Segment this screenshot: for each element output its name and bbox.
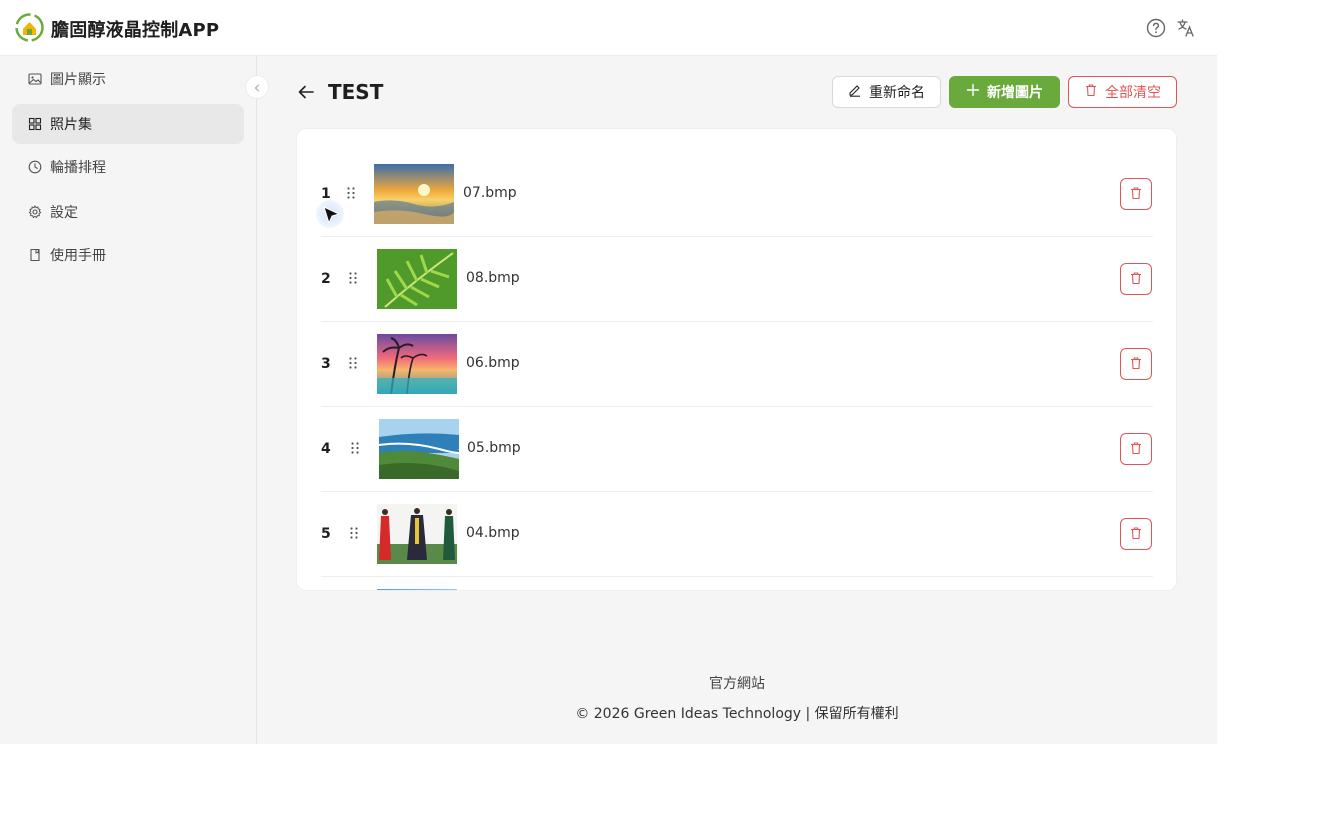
sidebar-item-label: 照片集 bbox=[50, 117, 92, 133]
drag-handle-icon[interactable] bbox=[349, 440, 361, 456]
trash-icon bbox=[1129, 440, 1143, 459]
image-icon bbox=[28, 72, 42, 86]
file-name: 05.bmp bbox=[467, 440, 521, 456]
edit-icon bbox=[848, 83, 862, 101]
sidebar-item-photo-album[interactable]: 照片集 bbox=[12, 104, 244, 144]
app-logo-icon bbox=[15, 13, 44, 42]
file-name: 06.bmp bbox=[466, 355, 520, 371]
delete-button[interactable] bbox=[1120, 178, 1152, 210]
item-index: 2 bbox=[321, 271, 331, 287]
list-item[interactable]: 3 06.bmp bbox=[321, 322, 1153, 407]
list-item[interactable]: 2 08.bmp bbox=[321, 237, 1153, 322]
sidebar-item-settings[interactable]: 設定 bbox=[12, 192, 244, 232]
plus-icon bbox=[966, 83, 980, 101]
drag-handle-icon[interactable] bbox=[347, 270, 359, 286]
back-arrow-icon[interactable] bbox=[296, 82, 316, 102]
translate-icon[interactable] bbox=[1175, 17, 1197, 39]
delete-button[interactable] bbox=[1120, 263, 1152, 295]
file-name: 07.bmp bbox=[463, 185, 517, 201]
app-window: 膽固醇液晶控制APP 圖片顯示 照片集 輪播排程 設定 使用手冊 TEST 重新… bbox=[0, 0, 1217, 744]
drag-handle-icon[interactable] bbox=[347, 355, 359, 371]
sidebar-collapse-button[interactable] bbox=[245, 75, 269, 99]
trash-icon bbox=[1129, 525, 1143, 544]
sidebar-item-label: 設定 bbox=[50, 205, 78, 221]
sidebar-item-label: 使用手冊 bbox=[50, 248, 106, 264]
rename-label: 重新命名 bbox=[869, 85, 925, 101]
thumbnail-image bbox=[377, 334, 457, 394]
page-header: TEST 重新命名 新增圖片 全部清空 bbox=[296, 76, 1177, 110]
file-name: 04.bmp bbox=[466, 525, 520, 541]
drag-handle-icon[interactable] bbox=[345, 185, 357, 201]
trash-icon bbox=[1129, 185, 1143, 204]
trash-icon bbox=[1129, 270, 1143, 289]
sidebar-item-label: 輪播排程 bbox=[50, 160, 106, 176]
app-title: 膽固醇液晶控制APP bbox=[51, 20, 220, 41]
thumbnail-image bbox=[377, 249, 457, 309]
footer-copyright: © 2026 Green Ideas Technology | 保留所有權利 bbox=[575, 706, 899, 722]
sidebar-item-schedule[interactable]: 輪播排程 bbox=[12, 147, 244, 187]
chevron-left-icon bbox=[252, 78, 262, 97]
delete-button[interactable] bbox=[1120, 433, 1152, 465]
trash-icon bbox=[1129, 355, 1143, 374]
top-header: 膽固醇液晶控制APP bbox=[0, 0, 1217, 56]
thumbnail-image bbox=[377, 589, 457, 590]
item-index: 5 bbox=[321, 526, 331, 542]
footer-link-row: 官方網站 bbox=[0, 673, 1217, 693]
file-name: 08.bmp bbox=[466, 270, 520, 286]
thumbnail-image bbox=[379, 419, 459, 479]
trash-icon bbox=[1084, 83, 1098, 101]
add-image-label: 新增圖片 bbox=[987, 85, 1043, 101]
delete-button[interactable] bbox=[1120, 518, 1152, 550]
clear-all-label: 全部清空 bbox=[1105, 85, 1161, 101]
list-item[interactable]: 1 07.bmp bbox=[321, 152, 1153, 237]
list-item[interactable]: 4 05.bmp bbox=[321, 407, 1153, 492]
item-index: 3 bbox=[321, 356, 331, 372]
delete-button[interactable] bbox=[1120, 348, 1152, 380]
thumbnail-image bbox=[374, 164, 454, 224]
list-item[interactable]: 5 04.bmp bbox=[321, 492, 1153, 577]
drag-handle-icon[interactable] bbox=[348, 525, 360, 541]
mouse-cursor-icon bbox=[322, 205, 342, 227]
page-title: TEST bbox=[328, 80, 384, 104]
item-index: 4 bbox=[321, 441, 331, 457]
thumbnail-image bbox=[377, 504, 457, 564]
photo-list: 1 07.bmp 2 08.bmp 3 06.bmp 4 05.bmp 5 04… bbox=[296, 128, 1177, 591]
sidebar-item-manual[interactable]: 使用手冊 bbox=[12, 235, 244, 275]
help-circle-icon[interactable] bbox=[1145, 17, 1167, 39]
gear-icon bbox=[28, 205, 42, 219]
clock-icon bbox=[28, 160, 42, 174]
grid-icon bbox=[28, 117, 42, 131]
sidebar-item-image-display[interactable]: 圖片顯示 bbox=[12, 59, 244, 99]
add-image-button[interactable]: 新增圖片 bbox=[949, 76, 1060, 108]
rename-button[interactable]: 重新命名 bbox=[832, 76, 941, 108]
book-icon bbox=[28, 248, 42, 262]
sidebar-item-label: 圖片顯示 bbox=[50, 72, 106, 88]
sidebar: 圖片顯示 照片集 輪播排程 設定 使用手冊 bbox=[0, 56, 257, 744]
clear-all-button[interactable]: 全部清空 bbox=[1068, 76, 1177, 108]
official-website-link[interactable]: 官方網站 bbox=[257, 673, 1217, 693]
